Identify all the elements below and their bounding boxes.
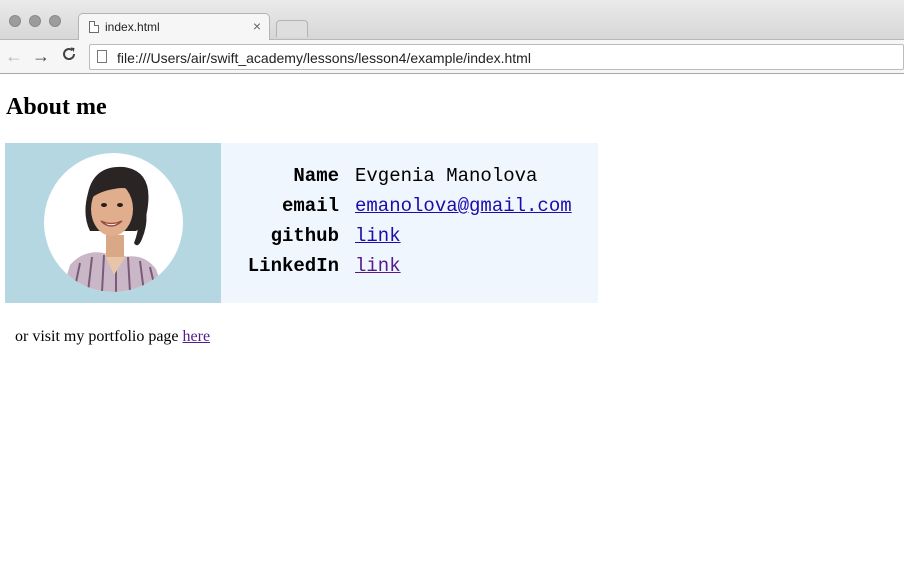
browser-toolbar: ← → file:///Users/air/swift_academy/less… bbox=[0, 40, 904, 74]
github-link[interactable]: link bbox=[355, 225, 401, 247]
page-content: About me Name Evgenia Manolova email ema… bbox=[0, 75, 904, 586]
page-title: About me bbox=[6, 94, 107, 120]
tab-index-html[interactable]: index.html × bbox=[78, 13, 270, 41]
profile-label: email bbox=[281, 195, 339, 217]
address-bar[interactable]: file:///Users/air/swift_academy/lessons/… bbox=[89, 44, 904, 70]
profile-photo bbox=[62, 166, 164, 292]
portfolio-line: or visit my portfolio page here bbox=[15, 328, 210, 346]
tab-close-icon[interactable]: × bbox=[253, 18, 261, 34]
back-button[interactable]: ← bbox=[4, 46, 24, 66]
avatar bbox=[44, 153, 183, 292]
page-icon bbox=[89, 21, 99, 33]
reload-icon bbox=[63, 47, 76, 60]
profile-label: LinkedIn bbox=[247, 255, 339, 277]
profile-label: github bbox=[270, 225, 339, 247]
minimize-window-button[interactable] bbox=[29, 15, 41, 27]
linkedin-link[interactable]: link bbox=[355, 255, 401, 277]
browser-tabstrip: index.html × bbox=[0, 0, 904, 41]
zoom-window-button[interactable] bbox=[49, 15, 61, 27]
photo-cell bbox=[5, 143, 221, 303]
email-link[interactable]: emanolova@gmail.com bbox=[355, 195, 572, 217]
forward-button[interactable]: → bbox=[31, 46, 51, 66]
file-icon bbox=[97, 50, 107, 63]
close-window-button[interactable] bbox=[9, 15, 21, 27]
reload-button[interactable] bbox=[59, 46, 79, 66]
profile-label: Name bbox=[293, 165, 339, 187]
profile-value-name: Evgenia Manolova bbox=[355, 165, 538, 187]
portfolio-link[interactable]: here bbox=[183, 328, 211, 345]
tab-title: index.html bbox=[105, 20, 160, 34]
portfolio-text: or visit my portfolio page bbox=[15, 328, 183, 345]
url-text[interactable]: file:///Users/air/swift_academy/lessons/… bbox=[117, 50, 531, 66]
profile-card: Name Evgenia Manolova email emanolova@gm… bbox=[5, 143, 598, 303]
new-tab-button[interactable] bbox=[276, 20, 308, 37]
